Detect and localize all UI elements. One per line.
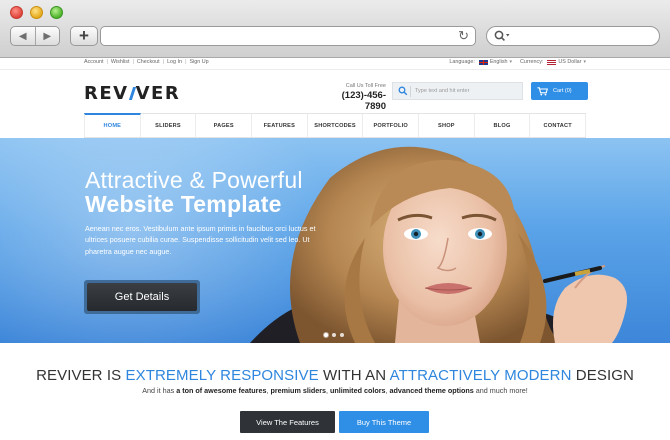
reload-icon[interactable]: ↻ xyxy=(458,28,469,44)
uk-flag-icon xyxy=(478,59,488,65)
site-header: REV VER Call Us Toll Free (123)-456-7890 … xyxy=(0,71,670,113)
phone-number: (123)-456-7890 xyxy=(341,90,386,112)
chevron-down-icon: ▾ xyxy=(509,59,513,65)
separator: | xyxy=(162,59,165,65)
browser-search-field[interactable] xyxy=(486,26,660,46)
signup-link[interactable]: Sign Up xyxy=(189,59,208,65)
separator: | xyxy=(106,59,108,65)
slider-pagination xyxy=(324,333,344,337)
subline-bold: unlimited colors xyxy=(330,386,386,395)
close-window-button[interactable] xyxy=(10,6,23,19)
separator: | xyxy=(185,59,187,65)
subline-bold: a ton of awesome features xyxy=(176,386,267,395)
minimize-window-button[interactable] xyxy=(30,6,43,19)
back-button[interactable]: ◀ xyxy=(11,27,35,45)
subline-part: and much more! xyxy=(473,386,528,395)
nav-item-contact[interactable]: CONTACT xyxy=(530,114,587,137)
checkout-link[interactable]: Checkout xyxy=(137,59,160,65)
hero-slider: Attractive & Powerful Website Template A… xyxy=(0,138,670,343)
language-label: Language: xyxy=(449,59,475,65)
utility-bar: Account | Wishlist | Checkout | Log In |… xyxy=(0,58,670,70)
tagline-part: WITH AN xyxy=(318,367,390,384)
account-link[interactable]: Account xyxy=(84,59,103,65)
nav-item-sliders[interactable]: SLIDERS xyxy=(141,114,197,137)
divider xyxy=(410,86,411,97)
tagline-part: REVIVER IS xyxy=(36,367,126,384)
view-features-button[interactable]: View The Features xyxy=(240,411,335,433)
get-details-label: Get Details xyxy=(87,283,197,311)
search-placeholder: Type text and hit enter xyxy=(415,88,470,94)
cart-label: Cart (0) xyxy=(553,88,572,94)
site-logo[interactable]: REV VER xyxy=(84,83,180,104)
search-icon xyxy=(398,86,408,96)
call-label: Call Us Toll Free xyxy=(345,83,386,89)
history-nav: ◀ ▶ xyxy=(10,26,60,46)
browser-chrome: ◀ ▶ + ↻ xyxy=(0,0,670,58)
chevron-down-icon: ▾ xyxy=(583,59,586,65)
search-icon xyxy=(494,30,510,41)
site-search-input[interactable]: Type text and hit enter xyxy=(392,82,523,100)
locale-selectors: Language: English ▾ Currency: US Dollar … xyxy=(449,59,586,65)
nav-item-shortcodes[interactable]: SHORTCODES xyxy=(308,114,364,137)
account-links: Account | Wishlist | Checkout | Log In |… xyxy=(84,59,209,65)
zoom-window-button[interactable] xyxy=(50,6,63,19)
main-nav: HOME SLIDERS PAGES FEATURES SHORTCODES P… xyxy=(84,113,587,138)
forward-button[interactable]: ▶ xyxy=(34,27,60,45)
slide-dot-2[interactable] xyxy=(332,333,336,337)
nav-item-portfolio[interactable]: PORTFOLIO xyxy=(363,114,420,137)
nav-item-pages[interactable]: PAGES xyxy=(196,114,253,137)
subline-part: And it has xyxy=(142,386,177,395)
wishlist-link[interactable]: Wishlist xyxy=(111,59,130,65)
promo-subline: And it has a ton of awesome features, pr… xyxy=(0,386,670,395)
hero-title-line2: Website Template xyxy=(85,191,282,217)
separator: | xyxy=(132,59,134,65)
tagline-highlight: ATTRACTIVELY MODERN xyxy=(389,367,572,384)
nav-item-home[interactable]: HOME xyxy=(84,113,141,137)
nav-item-shop[interactable]: SHOP xyxy=(419,114,475,137)
cart-button[interactable]: Cart (0) xyxy=(531,82,588,100)
subline-bold: advanced theme options xyxy=(389,386,474,395)
address-bar[interactable]: ↻ xyxy=(100,26,476,46)
logo-text-left: REV xyxy=(84,83,129,104)
slide-dot-3[interactable] xyxy=(340,333,344,337)
nav-item-features[interactable]: FEATURES xyxy=(252,114,308,137)
subline-bold: premium sliders xyxy=(270,386,327,395)
phone-block: Call Us Toll Free (123)-456-7890 xyxy=(322,83,386,112)
tagline-part: DESIGN xyxy=(571,367,634,384)
tagline-highlight: EXTREMELY RESPONSIVE xyxy=(125,367,319,384)
slide-dot-1[interactable] xyxy=(324,333,328,337)
nav-item-blog[interactable]: BLOG xyxy=(475,114,531,137)
hero-title-line1: Attractive & Powerful xyxy=(85,167,303,193)
cart-icon xyxy=(537,86,548,95)
logo-text-right: VER xyxy=(135,83,181,104)
new-tab-button[interactable]: + xyxy=(70,26,98,46)
language-select[interactable]: English xyxy=(490,59,508,65)
get-details-button[interactable]: Get Details xyxy=(84,280,200,314)
login-link[interactable]: Log In xyxy=(167,59,182,65)
hero-description: Aenean nec eros. Vestibulum ante ipsum p… xyxy=(85,224,316,256)
us-flag-icon xyxy=(547,59,557,65)
promo-tagline: REVIVER IS EXTREMELY RESPONSIVE WITH AN … xyxy=(0,367,670,384)
buy-theme-button[interactable]: Buy This Theme xyxy=(339,411,429,433)
currency-select[interactable]: US Dollar xyxy=(558,59,581,65)
currency-label: Currency: xyxy=(520,59,544,65)
